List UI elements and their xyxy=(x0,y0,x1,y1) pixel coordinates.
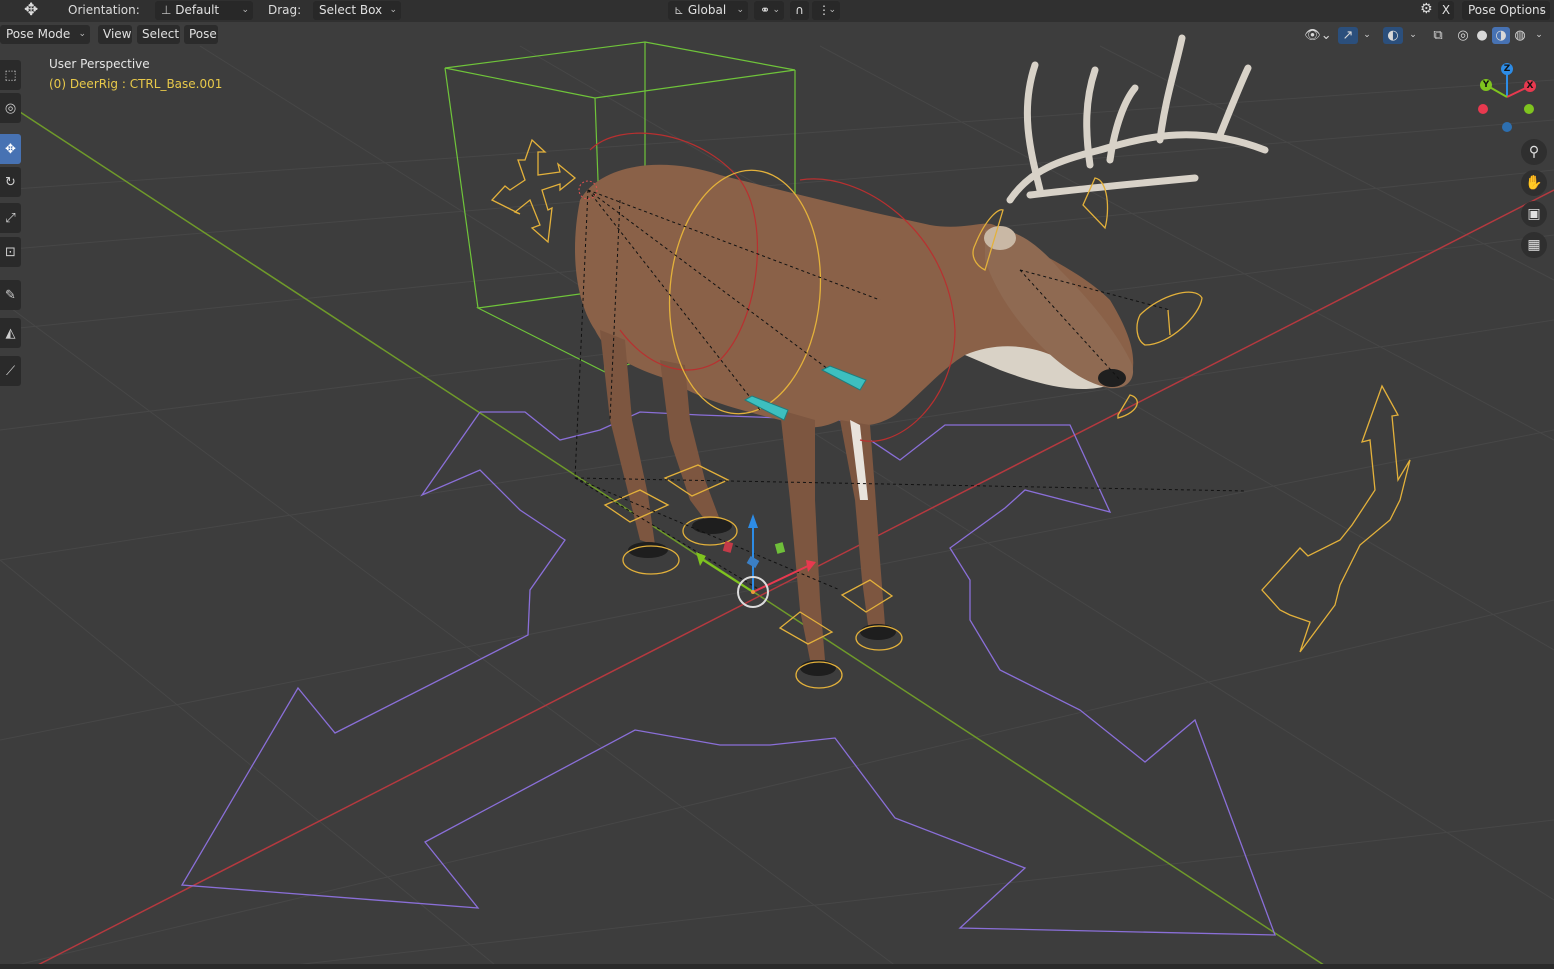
global-axis-icon: ⊾ xyxy=(674,3,688,17)
transform-icon[interactable]: ⊡ xyxy=(0,237,21,267)
mode-dropdown[interactable]: Pose Mode ⌄ xyxy=(0,25,90,44)
chevron-down-icon: ⌄ xyxy=(828,5,836,15)
transform-orientation-dropdown[interactable]: ⊾ Global ⌄ xyxy=(668,1,748,20)
visibility-eye-icon[interactable]: 👁⌄ xyxy=(1303,27,1333,44)
wireframe-shading-icon[interactable]: ◎ xyxy=(1454,27,1472,44)
viewport-perspective-label: User Perspective xyxy=(49,57,150,71)
gizmo-toggle-icon[interactable]: ↗ xyxy=(1338,27,1358,44)
move-arrows-icon[interactable]: ✥ xyxy=(24,0,38,20)
view-menu[interactable]: View xyxy=(98,25,132,44)
move-icon[interactable]: ✥ xyxy=(0,134,21,164)
gizmo-y-ball[interactable]: Y xyxy=(1480,79,1492,91)
magnet-icon: ∩ xyxy=(795,3,804,17)
chevron-down-icon[interactable]: ⌄ xyxy=(1532,27,1546,44)
x-mirror-toggle[interactable]: X xyxy=(1438,1,1454,20)
gizmo-neg-y-ball[interactable] xyxy=(1524,104,1534,114)
select-box-icon[interactable]: ⬚ xyxy=(0,60,21,90)
drag-label: Drag: xyxy=(268,3,302,17)
chevron-down-icon: ⌄ xyxy=(1538,5,1546,15)
pose-options-label: Pose Options xyxy=(1468,3,1546,17)
orientation-axis-icon: ⊥ xyxy=(161,3,176,17)
bone-icon[interactable]: ⚙ xyxy=(1420,1,1433,17)
status-bar xyxy=(0,964,1554,969)
ruler-icon[interactable]: ⟋ xyxy=(0,356,21,386)
cursor-icon[interactable]: ◎ xyxy=(0,93,21,123)
mode-value: Pose Mode xyxy=(6,27,71,41)
rendered-shading-icon[interactable]: ◍ xyxy=(1511,27,1529,44)
rotate-icon[interactable]: ↻ xyxy=(0,167,21,197)
chevron-down-icon[interactable]: ⌄ xyxy=(1360,27,1374,44)
chevron-down-icon: ⌄ xyxy=(736,5,744,15)
root-control-shape xyxy=(180,411,1276,936)
viewport-header: ✥ Orientation: ⊥ Default ⌄ Drag: Select … xyxy=(0,0,1554,22)
chevron-down-icon: ⌄ xyxy=(389,5,397,15)
pose-options-dropdown[interactable]: Pose Options ⌄ xyxy=(1462,1,1550,20)
scale-icon[interactable]: ⤢ xyxy=(0,203,21,233)
pivot-icon: ⚭ xyxy=(760,3,771,17)
3d-viewport[interactable] xyxy=(0,0,1554,969)
chevron-down-icon: ⌄ xyxy=(78,29,86,39)
pose-menu[interactable]: Pose xyxy=(184,25,218,44)
gizmo-z-ball[interactable]: Z xyxy=(1501,63,1513,75)
floor-grid xyxy=(0,45,1554,969)
x-mirror-label: X xyxy=(1441,3,1451,17)
zoom-icon[interactable]: ⚲ xyxy=(1521,139,1547,165)
orientation-label: Orientation: xyxy=(68,3,140,17)
drag-value: Select Box xyxy=(319,3,383,17)
grid-perspective-icon[interactable]: ▦ xyxy=(1521,232,1547,258)
viewport-canvas[interactable] xyxy=(0,0,1554,969)
xray-toggle-icon[interactable]: ⧉ xyxy=(1430,27,1446,44)
orientation-value: Default xyxy=(175,3,220,17)
chevron-down-icon[interactable]: ⌄ xyxy=(1406,27,1420,44)
snap-target-dropdown[interactable]: ⋮ ⌄ xyxy=(812,1,840,20)
gizmo-neg-x-ball[interactable] xyxy=(1478,104,1488,114)
pivot-point-dropdown[interactable]: ⚭ ⌄ xyxy=(754,1,784,20)
gizmo-neg-z-ball[interactable] xyxy=(1502,122,1512,132)
active-object-label: (0) DeerRig : CTRL_Base.001 xyxy=(49,77,223,91)
material-shading-icon[interactable]: ◑ xyxy=(1492,27,1510,44)
transform-space-value: Global xyxy=(687,3,727,17)
drag-dropdown[interactable]: Select Box ⌄ xyxy=(313,1,401,20)
orientation-dropdown[interactable]: ⊥ Default ⌄ xyxy=(155,1,253,20)
annotate-icon[interactable]: ✎ xyxy=(0,280,21,310)
gizmo-x-ball[interactable]: X xyxy=(1524,80,1536,92)
chevron-down-icon: ⌄ xyxy=(241,5,249,15)
solid-shading-icon[interactable]: ● xyxy=(1473,27,1491,44)
navigation-gizmo[interactable]: Z X Y xyxy=(1470,60,1550,135)
pan-hand-icon[interactable]: ✋ xyxy=(1521,170,1547,196)
select-menu[interactable]: Select xyxy=(137,25,180,44)
measure-icon[interactable]: ◭ xyxy=(0,318,21,348)
chevron-down-icon: ⌄ xyxy=(772,5,780,15)
camera-icon[interactable]: ▣ xyxy=(1521,201,1547,227)
snap-toggle-button[interactable]: ∩ xyxy=(790,1,809,20)
overlays-icon[interactable]: ◐ xyxy=(1383,27,1403,44)
